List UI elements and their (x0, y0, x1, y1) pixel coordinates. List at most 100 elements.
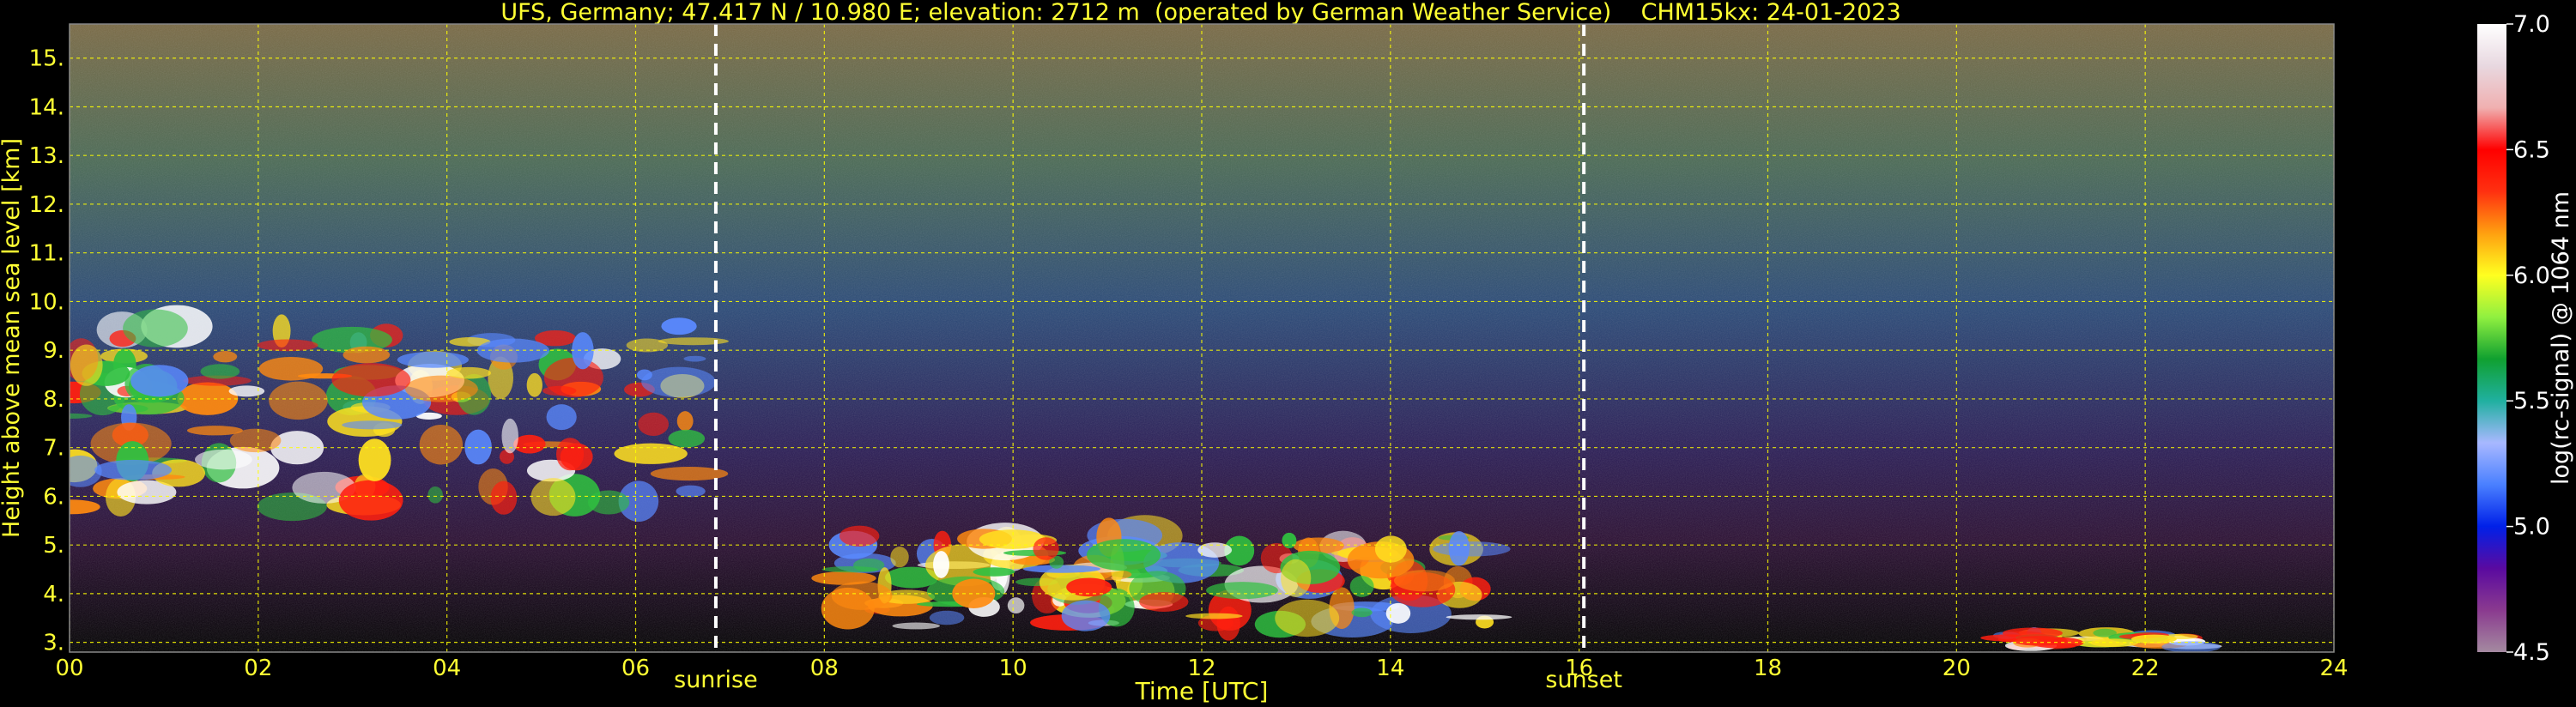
x-tick-label: 08 (810, 656, 839, 681)
colorbar-tick-label: 5.0 (2513, 514, 2550, 541)
y-tick-label: 13. (29, 143, 64, 169)
backscatter-patch (404, 375, 478, 402)
backscatter-patch (555, 438, 585, 471)
x-tick-label: 18 (1754, 656, 1782, 681)
backscatter-patch (683, 355, 706, 362)
backscatter-patch (1185, 613, 1243, 619)
x-tick-label: 02 (244, 656, 272, 681)
backscatter-patch (1393, 570, 1455, 592)
colorbar-scale (2477, 24, 2506, 652)
y-tick-label: 4. (43, 582, 64, 607)
backscatter-patch (1433, 541, 1511, 557)
x-tick-label: 14 (1376, 656, 1404, 681)
backscatter-patch (397, 351, 470, 368)
backscatter-patch (638, 412, 670, 436)
colorbar: 4.5 5.0 5.5 6.0 6.5 7.0 log(rc-signal) @ 1064… (2477, 11, 2574, 666)
backscatter-patch (1061, 600, 1111, 631)
backscatter-patch (464, 429, 492, 465)
chart-title: UFS, Germany; 47.417 N / 10.980 E; eleva… (500, 0, 1900, 26)
backscatter-patch (853, 558, 885, 572)
backscatter-patch (123, 309, 188, 347)
x-tick-label: 06 (621, 656, 650, 681)
y-axis-label: Height above mean sea level [km] (0, 138, 25, 538)
backscatter-patch (1139, 592, 1189, 612)
backscatter-patch (614, 443, 688, 464)
backscatter-patch (839, 525, 880, 547)
x-tick-label: 04 (433, 656, 461, 681)
backscatter-patch (2011, 636, 2068, 646)
backscatter-patch (668, 429, 706, 448)
x-tick-label: 24 (2319, 656, 2348, 681)
backscatter-patch (94, 459, 173, 480)
backscatter-patch (338, 480, 403, 521)
colorbar-tick-label: 7.0 (2513, 11, 2550, 38)
backscatter-patch (892, 622, 941, 630)
colorbar-tick-label: 6.0 (2513, 263, 2550, 289)
y-tick-label: 6. (43, 484, 64, 510)
backscatter-patch (1007, 597, 1025, 614)
backscatter-patch (1281, 559, 1312, 597)
backscatter-patch (446, 366, 492, 379)
x-axis-label: Time [UTC] (1135, 677, 1269, 705)
backscatter-patch (1086, 539, 1161, 571)
backscatter-patch (1282, 532, 1297, 549)
backscatter-patch (342, 346, 391, 364)
backscatter-patch (213, 350, 238, 363)
backscatter-patch (501, 418, 518, 454)
colorbar-tick-label: 6.5 (2513, 136, 2550, 163)
backscatter-patch (342, 420, 403, 430)
backscatter-patch (587, 490, 630, 515)
colorbar-label: log(rc-signal) @ 1064 nm (2548, 191, 2574, 485)
backscatter-patch (658, 337, 729, 346)
backscatter-patch (1033, 537, 1059, 560)
backscatter-patch (228, 385, 265, 397)
backscatter-patch (530, 478, 576, 517)
y-tick-label: 9. (43, 338, 64, 364)
backscatter-patch (427, 486, 443, 504)
backscatter-patch (358, 438, 391, 481)
y-tick-label: 3. (43, 631, 64, 656)
backscatter-patch (973, 567, 1015, 577)
backscatter-patch (933, 551, 949, 578)
x-tick-label: 00 (55, 656, 83, 681)
backscatter-patch (676, 485, 706, 498)
y-tick-label: 7. (43, 436, 64, 462)
backscatter-patch (1206, 582, 1278, 600)
y-tick-label: 14. (29, 94, 64, 120)
y-tick-label: 5. (43, 533, 64, 559)
colorbar-tick-label: 4.5 (2513, 639, 2550, 666)
backscatter-patch (195, 449, 252, 470)
backscatter-patch (1446, 614, 1512, 620)
y-tick-label: 15. (29, 46, 64, 72)
backscatter-patch (200, 364, 240, 379)
backscatter-patch (1275, 599, 1340, 638)
backscatter-patch (526, 372, 542, 397)
backscatter-patch (1385, 602, 1411, 624)
backscatter-patch (546, 404, 577, 431)
backscatter-patch (257, 339, 318, 352)
colorbar-tick-labels: 4.5 5.0 5.5 6.0 6.5 7.0 (2506, 11, 2550, 666)
colorbar-tick-label: 5.5 (2513, 388, 2550, 414)
plot-area (70, 24, 2334, 652)
backscatter-patch (1448, 530, 1470, 566)
backscatter-patch (130, 365, 189, 397)
backscatter-patch (676, 411, 694, 432)
sun-marker-label: sunrise (674, 667, 758, 693)
y-tick-label: 10. (29, 289, 64, 315)
y-tick-label: 8. (43, 387, 64, 413)
y-tick-labels: 3. 4. 5. 6. 7. 8. 9. 10. 11. 12. 13. 14. 15. (29, 46, 64, 656)
backscatter-patch (331, 363, 411, 397)
backscatter-patch (269, 381, 328, 420)
backscatter-patch (2161, 641, 2221, 652)
backscatter-patch (419, 424, 464, 465)
x-tick-label: 22 (2131, 656, 2160, 681)
backscatter-patch (641, 366, 716, 397)
ceilometer-figure: UFS, Germany; 47.417 N / 10.980 E; eleva… (0, 0, 2574, 705)
backscatter-patch (661, 317, 697, 335)
x-tick-label: 10 (999, 656, 1027, 681)
backscatter-patch (1351, 607, 1373, 618)
y-tick-label: 12. (29, 192, 64, 218)
x-tick-label: 20 (1943, 656, 1971, 681)
backscatter-patch (572, 332, 594, 370)
y-tick-label: 11. (29, 241, 64, 267)
